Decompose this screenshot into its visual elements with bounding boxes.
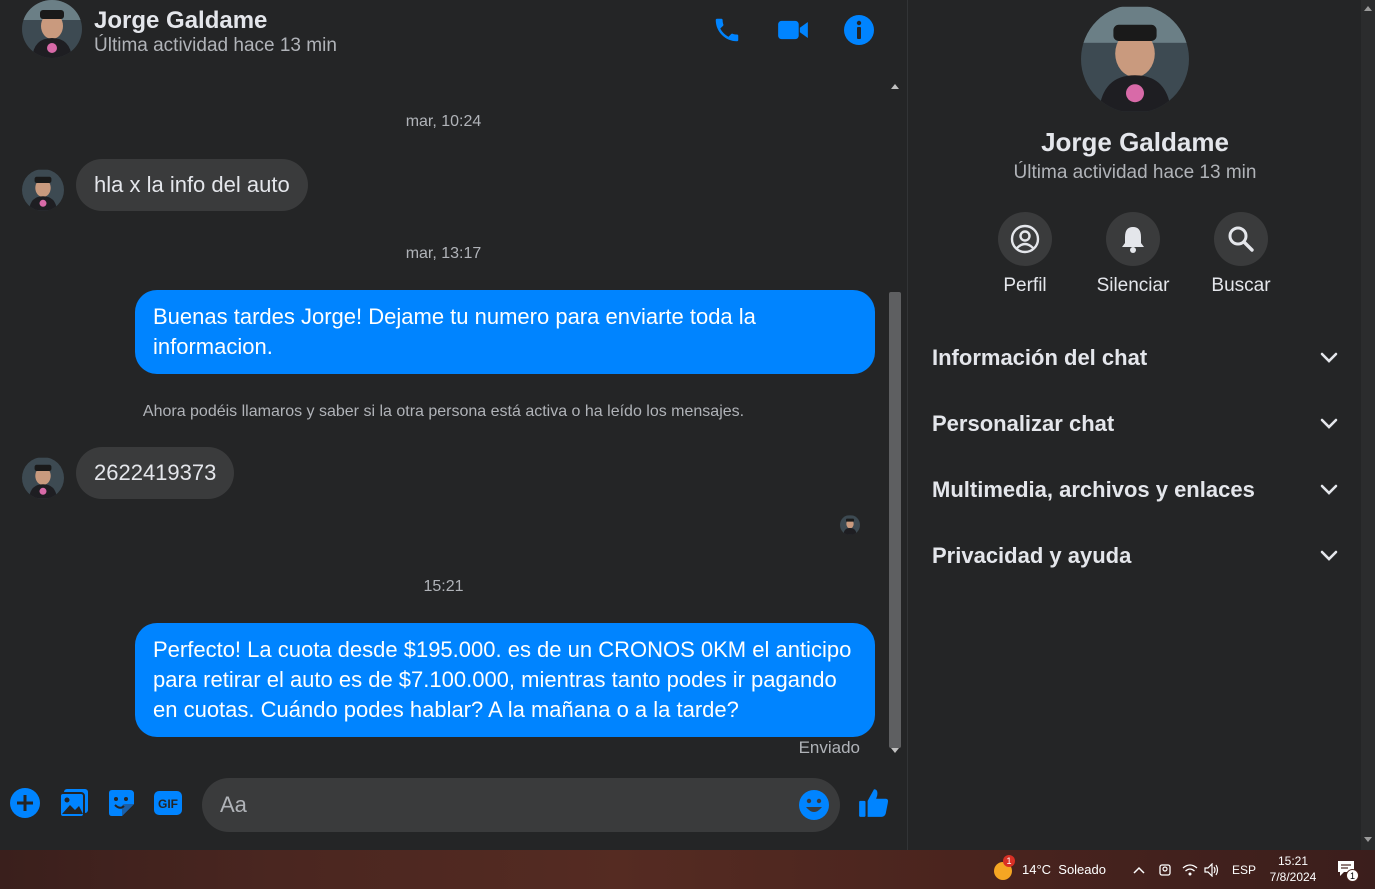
speaker-icon	[1204, 862, 1219, 877]
contact-status: Última actividad hace 13 min	[94, 35, 337, 56]
sticker-button[interactable]	[104, 786, 138, 820]
weather-badge: 1	[1003, 854, 1015, 867]
chat-header: Jorge Galdame Última actividad hace 13 m…	[0, 0, 907, 76]
contact-name[interactable]: Jorge Galdame	[94, 7, 267, 35]
section-title: Multimedia, archivos y enlaces	[932, 477, 1255, 502]
clock-date: 7/8/2024	[1269, 870, 1317, 884]
section-title: Información del chat	[932, 345, 1148, 370]
more-actions-button[interactable]	[8, 786, 42, 820]
notification-icon: 1	[1336, 859, 1359, 882]
scrollbar-thumb[interactable]	[889, 292, 901, 748]
incoming-message[interactable]: hla x la info del auto	[76, 159, 308, 211]
messenger-window: Jorge Galdame Última actividad hace 13 m…	[0, 0, 1375, 889]
plus-circle-icon	[10, 788, 40, 818]
video-call-button[interactable]	[773, 10, 813, 50]
section-chat-info[interactable]: Información del chat	[932, 336, 1338, 380]
incoming-message[interactable]: 2622419373	[76, 447, 235, 499]
search-icon	[1228, 226, 1254, 252]
network-button[interactable]	[1182, 850, 1198, 889]
attach-image-button[interactable]	[57, 786, 91, 820]
conversation-info-button[interactable]	[839, 10, 879, 50]
section-title: Privacidad y ayuda	[932, 543, 1132, 568]
mute-button[interactable]: Silenciar	[1083, 212, 1183, 297]
profile-name: Jorge Galdame	[1041, 127, 1229, 157]
like-icon	[859, 789, 889, 817]
scroll-up-icon[interactable]	[1364, 6, 1372, 11]
section-customize-chat[interactable]: Personalizar chat	[932, 402, 1338, 446]
mute-label: Silenciar	[1096, 275, 1170, 296]
chevron-down-icon	[1320, 418, 1338, 429]
clock[interactable]: 15:21 7/8/2024	[1268, 853, 1318, 885]
weather-text: 14°C Soleado	[1022, 862, 1106, 877]
section-title: Personalizar chat	[932, 411, 1115, 436]
meet-now-button[interactable]	[1158, 850, 1172, 889]
profile-icon	[1010, 224, 1040, 254]
svg-text:GIF: GIF	[158, 797, 178, 811]
sticker-icon	[109, 790, 134, 816]
input-language[interactable]: ESP	[1232, 850, 1256, 889]
message-input[interactable]	[220, 778, 780, 832]
gif-button[interactable]: GIF	[151, 786, 185, 820]
chevron-down-icon	[1320, 484, 1338, 495]
chevron-down-icon	[1320, 352, 1338, 363]
notification-count: 1	[1346, 868, 1359, 882]
voice-call-button[interactable]	[707, 10, 747, 50]
sun-icon: 1	[992, 854, 1015, 881]
windows-taskbar: 1 14°C Soleado ESP 15:21 7/8/2024 1	[0, 850, 1375, 889]
avatar[interactable]	[22, 0, 82, 58]
read-receipt-avatar	[840, 515, 860, 535]
system-notice: Ahora podéis llamaros y saber si la otra…	[142, 403, 745, 420]
phone-icon	[715, 18, 739, 42]
message-input-box	[202, 778, 840, 832]
scroll-down-icon[interactable]	[1364, 837, 1372, 842]
scroll-down-icon[interactable]	[891, 748, 899, 753]
info-icon	[844, 15, 874, 45]
avatar[interactable]	[22, 457, 64, 499]
panel-scrollbar[interactable]	[1361, 0, 1375, 850]
show-hidden-icons-button[interactable]	[1132, 850, 1146, 889]
conversation-info-panel: Jorge Galdame Última actividad hace 13 m…	[907, 0, 1375, 850]
chevron-down-icon	[1320, 550, 1338, 561]
outgoing-message[interactable]: Perfecto! La cuota desde $195.000. es de…	[135, 623, 875, 737]
messages-scrollbar[interactable]	[887, 78, 903, 760]
profile-button[interactable]: Perfil	[975, 212, 1075, 297]
gif-icon: GIF	[154, 791, 182, 815]
clock-time: 15:21	[1277, 854, 1309, 868]
like-button[interactable]	[857, 786, 891, 820]
search-button[interactable]: Buscar	[1191, 212, 1291, 297]
chat-pane: Jorge Galdame Última actividad hace 13 m…	[0, 0, 907, 850]
outgoing-message[interactable]: Buenas tardes Jorge! Dejame tu numero pa…	[135, 290, 875, 374]
bell-icon	[1122, 227, 1144, 253]
composer: GIF	[0, 770, 907, 840]
volume-button[interactable]	[1204, 850, 1220, 889]
emoji-button[interactable]	[798, 789, 830, 821]
chevron-up-icon	[1133, 866, 1145, 874]
section-privacy-help[interactable]: Privacidad y ayuda	[932, 534, 1338, 578]
avatar[interactable]	[22, 169, 64, 211]
section-media-files-links[interactable]: Multimedia, archivos y enlaces	[932, 468, 1338, 512]
scroll-up-icon[interactable]	[891, 84, 899, 89]
wifi-icon	[1182, 863, 1198, 875]
profile-label: Perfil	[1003, 275, 1047, 296]
profile-avatar[interactable]	[1081, 5, 1189, 113]
image-icon	[59, 789, 88, 818]
timestamp: mar, 13:17	[405, 245, 482, 262]
notification-center-button[interactable]: 1	[1336, 850, 1359, 889]
weather-widget[interactable]: 1 14°C Soleado	[992, 850, 1106, 889]
sent-status: Enviado	[798, 738, 860, 757]
timestamp: 15:21	[423, 578, 464, 595]
emoji-icon	[799, 790, 829, 820]
profile-status: Última actividad hace 13 min	[1013, 162, 1257, 183]
timestamp: mar, 10:24	[405, 113, 482, 130]
video-camera-icon	[778, 20, 808, 40]
meet-icon	[1159, 863, 1171, 876]
search-label: Buscar	[1211, 275, 1271, 296]
